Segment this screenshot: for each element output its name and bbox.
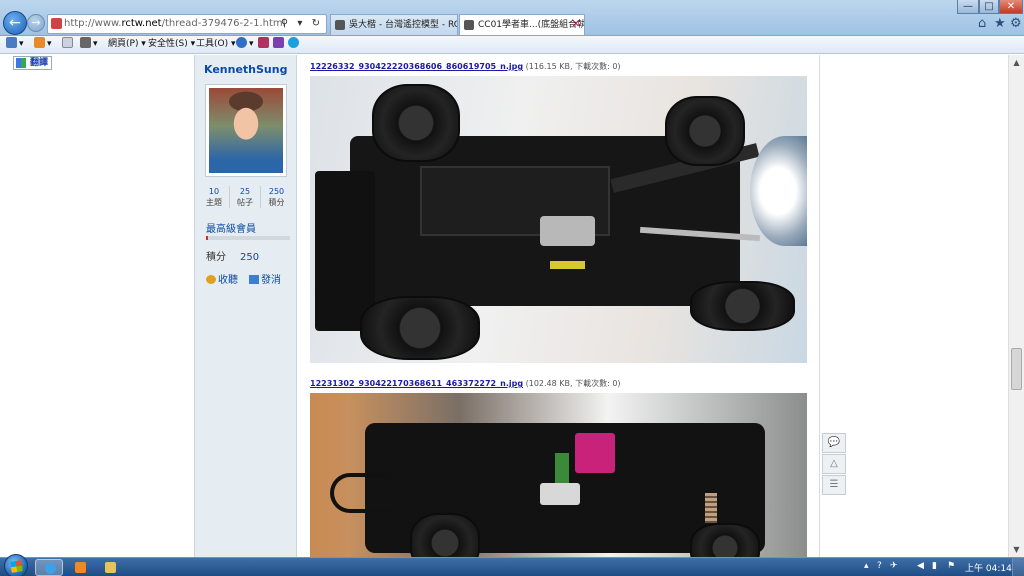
cmd-addon-2[interactable] (273, 36, 286, 53)
back-to-top-icon[interactable]: △ (822, 454, 846, 474)
scroll-down-icon[interactable]: ▼ (1009, 542, 1024, 557)
tab-label: CC01學者車...(底盤組合執... (478, 20, 585, 30)
google-translate-icon (16, 58, 26, 68)
address-tools[interactable]: ⚲ ▾ ↻ (281, 15, 323, 33)
translate-label: 翻譯 (30, 58, 49, 68)
start-button[interactable] (4, 554, 28, 576)
attachment-caption: 12226332_930422220368606_860619705_n.jpg… (310, 61, 621, 72)
cmd-print[interactable]: ▾ (80, 36, 98, 53)
volume-icon[interactable]: ◀ (917, 561, 924, 571)
maximize-button[interactable]: □ (979, 0, 999, 14)
addon-icon (273, 37, 284, 48)
gear-icon[interactable]: ⚙ (1010, 16, 1022, 31)
action-center-icon[interactable]: ⚑ (947, 561, 955, 571)
cmd-help[interactable]: ▾ (236, 36, 254, 53)
stat-posts[interactable]: 25 帖子 (230, 186, 261, 208)
cmd-addon-1[interactable] (258, 36, 271, 53)
author-username[interactable]: KennethSung (204, 63, 287, 76)
help-icon (236, 37, 247, 48)
stat-points[interactable]: 250 積分 (261, 186, 292, 208)
close-button[interactable]: ✕ (999, 0, 1023, 14)
help-tray-icon[interactable]: ? (877, 561, 882, 571)
tab-close-icon[interactable]: ✕ (572, 15, 580, 35)
tab-favicon-icon (464, 20, 474, 30)
battery-icon[interactable]: ▮ (932, 561, 937, 571)
tab-favicon-icon (335, 20, 345, 30)
avatar[interactable] (205, 84, 287, 177)
addon-icon (258, 37, 269, 48)
print-icon (80, 37, 91, 48)
star-icon[interactable]: ★ (994, 16, 1006, 31)
cmd-safety[interactable]: 安全性(S) ▾ (148, 36, 195, 53)
address-path: /thread-379476-2-1.html (161, 18, 286, 29)
cmd-mail[interactable] (62, 36, 75, 53)
list-icon[interactable]: ☰ (822, 475, 846, 495)
comment-icon[interactable]: 💬 (822, 433, 846, 453)
taskbar-app-media[interactable] (66, 559, 94, 576)
envelope-icon (249, 275, 259, 284)
points-label: 積分 (206, 252, 226, 263)
follow-icon (206, 275, 216, 284)
cmd-feeds[interactable]: ▾ (34, 36, 52, 53)
skype-icon (288, 37, 299, 48)
avatar-image (209, 88, 283, 173)
attachment-meta: (116.15 KB, 下載次數: 0) (525, 62, 621, 71)
back-arrow-icon[interactable]: ← (3, 11, 27, 35)
browser-titlebar: ← → http://www.rctw.net/thread-379476-2-… (0, 0, 1024, 36)
tab-rc-thread[interactable]: 吳大楷 - 台灣遙控模型 - RC T... (330, 14, 458, 35)
post-body: 12226332_930422220368606_860619705_n.jpg… (297, 55, 820, 557)
mail-icon (62, 37, 73, 48)
author-stats: 10 主題 25 帖子 250 積分 (199, 186, 293, 210)
internet-explorer-icon (45, 563, 56, 574)
attachment-image[interactable] (310, 393, 807, 557)
address-bar[interactable]: http://www.rctw.net/thread-379476-2-1.ht… (47, 14, 327, 34)
attachment-link[interactable]: 12231302_930422170368611_463372272_n.jpg (310, 379, 523, 388)
scroll-thumb[interactable] (1011, 348, 1022, 390)
folder-icon (105, 562, 116, 573)
taskbar-app-ie[interactable] (35, 559, 63, 576)
cmd-favorites[interactable]: ▾ (6, 36, 24, 53)
address-host: rctw.net (121, 18, 162, 29)
forward-arrow-icon[interactable]: → (27, 14, 45, 32)
rank-progress-fill (206, 236, 208, 240)
points-row: 積分 250 (206, 248, 259, 263)
page-content: 翻譯 KennethSung 10 主題 25 帖子 250 積分 最高級會員 積分 2… (0, 55, 1008, 557)
points-value: 250 (240, 252, 260, 263)
rank-title[interactable]: 最高級會員 (206, 220, 256, 235)
author-sidebar: KennethSung 10 主題 25 帖子 250 積分 最高級會員 積分 250 … (194, 55, 297, 557)
cmd-page[interactable]: 網頁(P) ▾ (108, 36, 146, 53)
cmd-skype[interactable] (288, 36, 301, 53)
command-bar: ▾ ▾ ▾ 網頁(P) ▾ 安全性(S) ▾ 工具(O) ▾ ▾ (0, 36, 1024, 54)
floating-toolbar: 💬 △ ☰ (822, 433, 846, 496)
tab-cc01-thread[interactable]: CC01學者車...(底盤組合執... ✕ (459, 14, 585, 35)
rss-icon (34, 37, 45, 48)
follow-button[interactable]: 收聽 (206, 271, 238, 286)
scroll-up-icon[interactable]: ▲ (1009, 55, 1024, 70)
stat-threads[interactable]: 10 主題 (199, 186, 230, 208)
attachment-image[interactable] (310, 76, 807, 363)
translate-button[interactable]: 翻譯 (13, 56, 53, 70)
media-player-icon (75, 562, 86, 573)
minimize-button[interactable]: — (957, 0, 979, 14)
attachment-meta: (102.48 KB, 下載次數: 0) (525, 379, 621, 388)
favorites-add-icon (6, 37, 17, 48)
show-desktop-button[interactable] (1012, 558, 1024, 576)
tab-label: 吳大楷 - 台灣遙控模型 - RC T... (349, 20, 457, 30)
rank-progress-bar (206, 236, 290, 240)
taskbar-app-explorer[interactable] (96, 559, 124, 576)
home-icon[interactable]: ⌂ (978, 16, 986, 31)
site-favicon-icon (51, 18, 62, 29)
attachment-caption: 12231302_930422170368611_463372272_n.jpg… (310, 378, 621, 389)
message-button[interactable]: 發消 (249, 271, 281, 286)
cmd-tools[interactable]: 工具(O) ▾ (196, 36, 236, 53)
tray-expand-icon[interactable]: ▴ (864, 561, 869, 571)
windows-logo-icon (10, 560, 23, 573)
attachment-link[interactable]: 12226332_930422220368606_860619705_n.jpg (310, 62, 523, 71)
address-scheme: http://www. (64, 18, 122, 29)
taskbar: ▴ ? ✈ ◀ ▮ ⚑ 上午 04:14 (0, 554, 1024, 576)
network-tray-icon[interactable]: ✈ (890, 561, 898, 571)
taskbar-clock[interactable]: 上午 04:14 (965, 561, 1012, 574)
vertical-scrollbar[interactable]: ▲ ▼ (1008, 55, 1024, 557)
